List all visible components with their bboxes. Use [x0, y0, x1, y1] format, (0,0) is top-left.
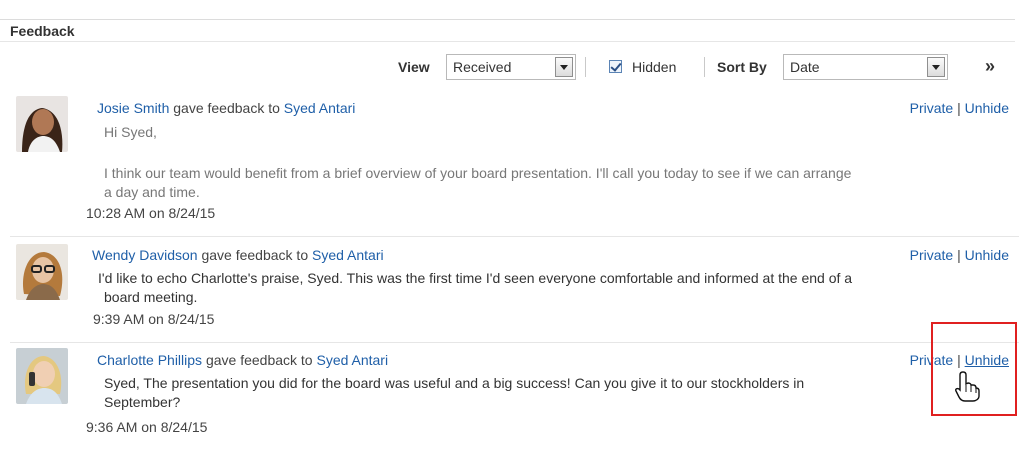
- hidden-checkbox[interactable]: [609, 60, 622, 73]
- chevron-down-icon[interactable]: [555, 57, 573, 77]
- feedback-body-cont: board meeting.: [104, 289, 198, 305]
- author-link[interactable]: Charlotte Phillips: [97, 352, 202, 368]
- action-separator: |: [957, 247, 961, 263]
- view-select-value: Received: [453, 59, 512, 75]
- recipient-link[interactable]: Syed Antari: [312, 247, 384, 263]
- feedback-body-cont: September?: [104, 394, 181, 410]
- entry-header: Wendy Davidson gave feedback to Syed Ant…: [92, 247, 384, 263]
- feedback-body-cont: a day and time.: [104, 184, 200, 200]
- hidden-label: Hidden: [632, 59, 677, 75]
- feedback-item: Charlotte Phillips gave feedback to Syed…: [0, 344, 1019, 448]
- verb-text: gave feedback to: [173, 100, 280, 116]
- feedback-body: I think our team would benefit from a br…: [104, 165, 852, 181]
- verb-text: gave feedback to: [205, 352, 313, 368]
- timestamp: 10:28 AM on 8/24/15: [86, 205, 216, 221]
- author-link[interactable]: Wendy Davidson: [92, 247, 198, 263]
- entry-header: Josie Smith gave feedback to Syed Antari: [97, 100, 355, 116]
- author-link[interactable]: Josie Smith: [97, 100, 169, 116]
- hand-cursor-icon: [955, 371, 980, 402]
- more-icon[interactable]: »: [985, 56, 995, 77]
- feedback-body: I'd like to echo Charlotte's praise, Sye…: [98, 270, 853, 286]
- entry-actions: Private | Unhide: [910, 247, 1009, 263]
- action-separator: |: [957, 100, 961, 116]
- divider: [10, 342, 1019, 343]
- feedback-greeting: Hi Syed,: [104, 124, 157, 140]
- avatar: [16, 244, 68, 300]
- feedback-item: Josie Smith gave feedback to Syed Antari…: [0, 92, 1019, 232]
- toolbar-separator: [585, 57, 586, 77]
- sortby-select[interactable]: Date: [783, 54, 948, 80]
- unhide-link[interactable]: Unhide: [965, 100, 1009, 116]
- feedback-body: Syed, The presentation you did for the b…: [104, 375, 805, 391]
- avatar: [16, 348, 68, 404]
- view-select[interactable]: Received: [446, 54, 576, 80]
- sortby-select-value: Date: [790, 59, 820, 75]
- view-label: View: [398, 59, 430, 75]
- timestamp: 9:36 AM on 8/24/15: [86, 419, 208, 435]
- section-title: Feedback: [0, 19, 1015, 42]
- unhide-link[interactable]: Unhide: [965, 247, 1009, 263]
- feedback-item: Wendy Davidson gave feedback to Syed Ant…: [0, 238, 1019, 340]
- sortby-label: Sort By: [717, 59, 767, 75]
- avatar: [16, 96, 68, 152]
- entry-actions: Private | Unhide: [910, 100, 1009, 116]
- feedback-panel: Feedback View Received Hidden Sort By Da…: [0, 0, 1019, 452]
- chevron-down-icon[interactable]: [927, 57, 945, 77]
- divider: [10, 236, 1019, 237]
- recipient-link[interactable]: Syed Antari: [316, 352, 388, 368]
- recipient-link[interactable]: Syed Antari: [284, 100, 356, 116]
- toolbar: View Received Hidden Sort By Date »: [0, 52, 1019, 82]
- timestamp: 9:39 AM on 8/24/15: [93, 311, 215, 327]
- verb-text: gave feedback to: [201, 247, 309, 263]
- toolbar-separator: [704, 57, 705, 77]
- private-link[interactable]: Private: [910, 247, 954, 263]
- entry-header: Charlotte Phillips gave feedback to Syed…: [97, 352, 388, 368]
- private-link[interactable]: Private: [910, 100, 954, 116]
